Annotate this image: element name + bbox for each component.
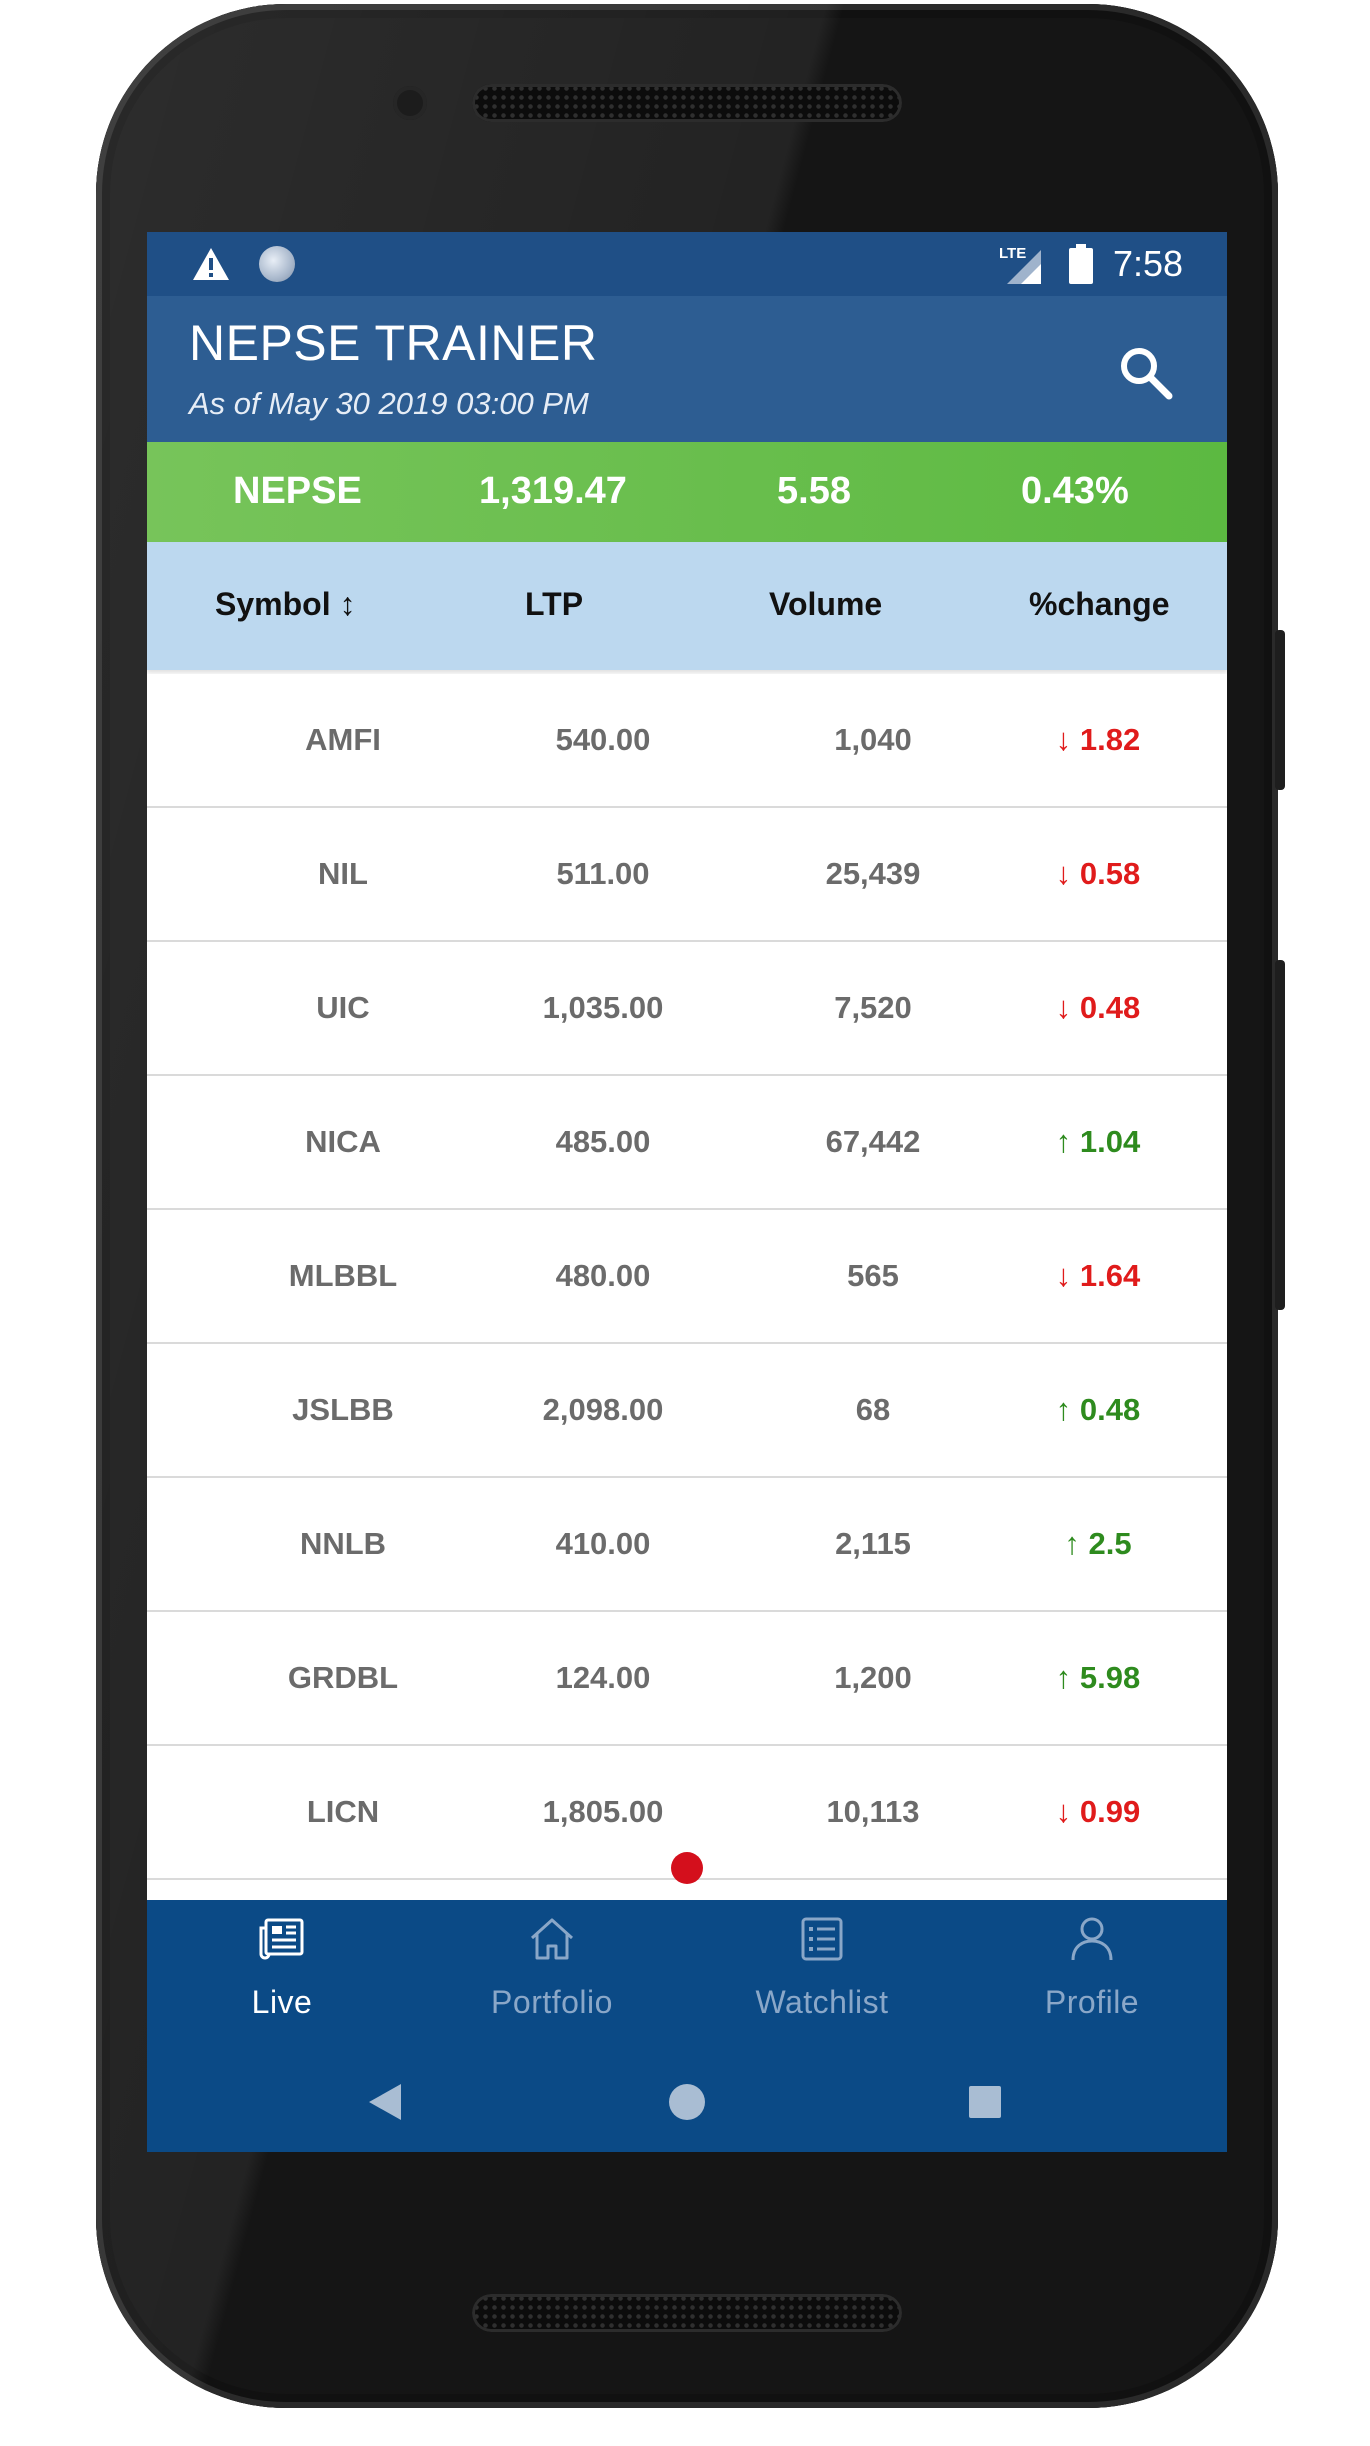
change-cell: ↑ 0.48 xyxy=(1055,1392,1141,1427)
lte-signal-icon: LTE xyxy=(999,245,1041,284)
system-navigation-bar xyxy=(147,2050,1227,2152)
ltp-cell: 540.00 xyxy=(555,722,651,757)
newspaper-icon xyxy=(259,1918,304,1960)
status-bar: LTE 7:58 xyxy=(147,232,1227,296)
column-volume[interactable]: Volume xyxy=(769,586,882,623)
volume-cell: 10,113 xyxy=(826,1794,920,1829)
ltp-cell: 511.00 xyxy=(556,856,650,891)
change-cell: ↓ 0.58 xyxy=(1055,856,1141,891)
symbol-cell: JSLBB xyxy=(292,1392,394,1427)
power-button xyxy=(1275,630,1285,790)
column-ltp[interactable]: LTP xyxy=(525,586,583,623)
change-cell: ↑ 5.98 xyxy=(1055,1660,1141,1695)
table-row[interactable]: MLBBL 480.00 565 ↓ 1.64 xyxy=(147,1210,1227,1344)
change-cell: ↓ 0.48 xyxy=(1055,990,1141,1025)
nav-profile[interactable]: Profile xyxy=(957,1900,1227,2050)
recent-apps-icon[interactable] xyxy=(969,2086,1001,2118)
table-row[interactable]: AMFI 540.00 1,040 ↓ 1.82 xyxy=(147,674,1227,808)
symbol-cell: NIL xyxy=(318,856,368,891)
symbol-cell: NICA xyxy=(305,1124,381,1159)
nav-portfolio[interactable]: Portfolio xyxy=(417,1900,687,2050)
nav-live[interactable]: Live xyxy=(147,1900,417,2050)
index-summary[interactable]: NEPSE 1,319.47 5.58 0.43% xyxy=(147,442,1227,542)
app-bar: NEPSE TRAINER As of May 30 2019 03:00 PM xyxy=(147,296,1227,442)
table-row[interactable]: UIC 1,035.00 7,520 ↓ 0.48 xyxy=(147,942,1227,1076)
table-row[interactable]: GRDBL 124.00 1,200 ↑ 5.98 xyxy=(147,1612,1227,1746)
top-speaker xyxy=(472,84,902,122)
symbol-cell: AMFI xyxy=(305,722,381,757)
app-title: NEPSE TRAINER xyxy=(189,315,598,371)
index-value: 1,319.47 xyxy=(479,470,627,512)
table-row[interactable]: NNLB 410.00 2,115 ↑ 2.5 xyxy=(147,1478,1227,1612)
volume-cell: 1,040 xyxy=(834,722,912,757)
index-change: 5.58 xyxy=(777,470,851,512)
home-icon xyxy=(530,1918,574,1960)
column-symbol-sort[interactable]: Symbol ↕ xyxy=(215,586,355,623)
volume-button xyxy=(1275,960,1285,1310)
search-icon[interactable] xyxy=(1115,342,1175,402)
ltp-cell: 1,035.00 xyxy=(542,990,664,1025)
symbol-cell: NNLB xyxy=(299,1526,387,1561)
volume-cell: 565 xyxy=(847,1258,899,1293)
scroll-indicator-dot xyxy=(671,1852,703,1884)
nav-live-label: Live xyxy=(251,1984,313,2020)
person-icon xyxy=(1071,1917,1113,1961)
bottom-navigation: Live Portfolio Watchlist Profile xyxy=(147,1900,1227,2152)
change-cell: ↑ 2.5 xyxy=(1064,1526,1132,1561)
ltp-cell: 2,098.00 xyxy=(542,1392,664,1427)
volume-cell: 1,200 xyxy=(834,1660,912,1695)
sync-icon xyxy=(259,246,295,282)
index-percent: 0.43% xyxy=(1021,470,1129,512)
ltp-cell: 124.00 xyxy=(555,1660,651,1695)
volume-cell: 7,520 xyxy=(834,990,912,1025)
symbol-cell: GRDBL xyxy=(287,1660,399,1695)
nav-profile-label: Profile xyxy=(1044,1984,1140,2020)
last-updated-label: As of May 30 2019 03:00 PM xyxy=(189,386,589,421)
nav-watchlist-label: Watchlist xyxy=(755,1984,889,2020)
column-percent-change[interactable]: %change xyxy=(1029,586,1169,623)
volume-cell: 67,442 xyxy=(825,1124,921,1159)
nav-watchlist[interactable]: Watchlist xyxy=(687,1900,957,2050)
ltp-cell: 480.00 xyxy=(555,1258,651,1293)
status-time: 7:58 xyxy=(1113,243,1184,284)
change-cell: ↓ 1.82 xyxy=(1055,722,1141,757)
home-button-icon[interactable] xyxy=(669,2084,705,2120)
symbol-cell: UIC xyxy=(316,990,370,1025)
change-cell: ↓ 1.64 xyxy=(1055,1258,1141,1293)
ltp-cell: 410.00 xyxy=(555,1526,651,1561)
table-row[interactable]: NIL 511.00 25,439 ↓ 0.58 xyxy=(147,808,1227,942)
stock-list: AMFI 540.00 1,040 ↓ 1.82 NIL 511.00 25,4… xyxy=(147,674,1227,1880)
warning-icon xyxy=(193,248,229,280)
battery-icon xyxy=(1069,244,1093,284)
change-cell: ↓ 0.99 xyxy=(1055,1794,1141,1829)
volume-cell: 2,115 xyxy=(835,1526,911,1561)
volume-cell: 25,439 xyxy=(825,856,921,891)
table-row[interactable]: JSLBB 2,098.00 68 ↑ 0.48 xyxy=(147,1344,1227,1478)
nav-portfolio-label: Portfolio xyxy=(491,1984,613,2020)
table-row[interactable]: NICA 485.00 67,442 ↑ 1.04 xyxy=(147,1076,1227,1210)
change-cell: ↑ 1.04 xyxy=(1055,1124,1141,1159)
screen: LTE 7:58 NEPSE TRAINER As of May 30 2019… xyxy=(147,232,1227,2152)
volume-cell: 68 xyxy=(855,1392,891,1427)
list-icon xyxy=(801,1917,843,1961)
back-icon[interactable] xyxy=(367,2082,403,2122)
svg-text:LTE: LTE xyxy=(999,245,1026,262)
ltp-cell: 1,805.00 xyxy=(542,1794,664,1829)
bottom-speaker xyxy=(472,2294,902,2332)
symbol-cell: MLBBL xyxy=(288,1258,398,1293)
symbol-cell: LICN xyxy=(306,1794,380,1829)
table-header: Symbol ↕ LTP Volume %change xyxy=(147,542,1227,670)
front-camera xyxy=(393,86,427,120)
ltp-cell: 485.00 xyxy=(555,1124,651,1159)
index-name: NEPSE xyxy=(233,470,362,512)
